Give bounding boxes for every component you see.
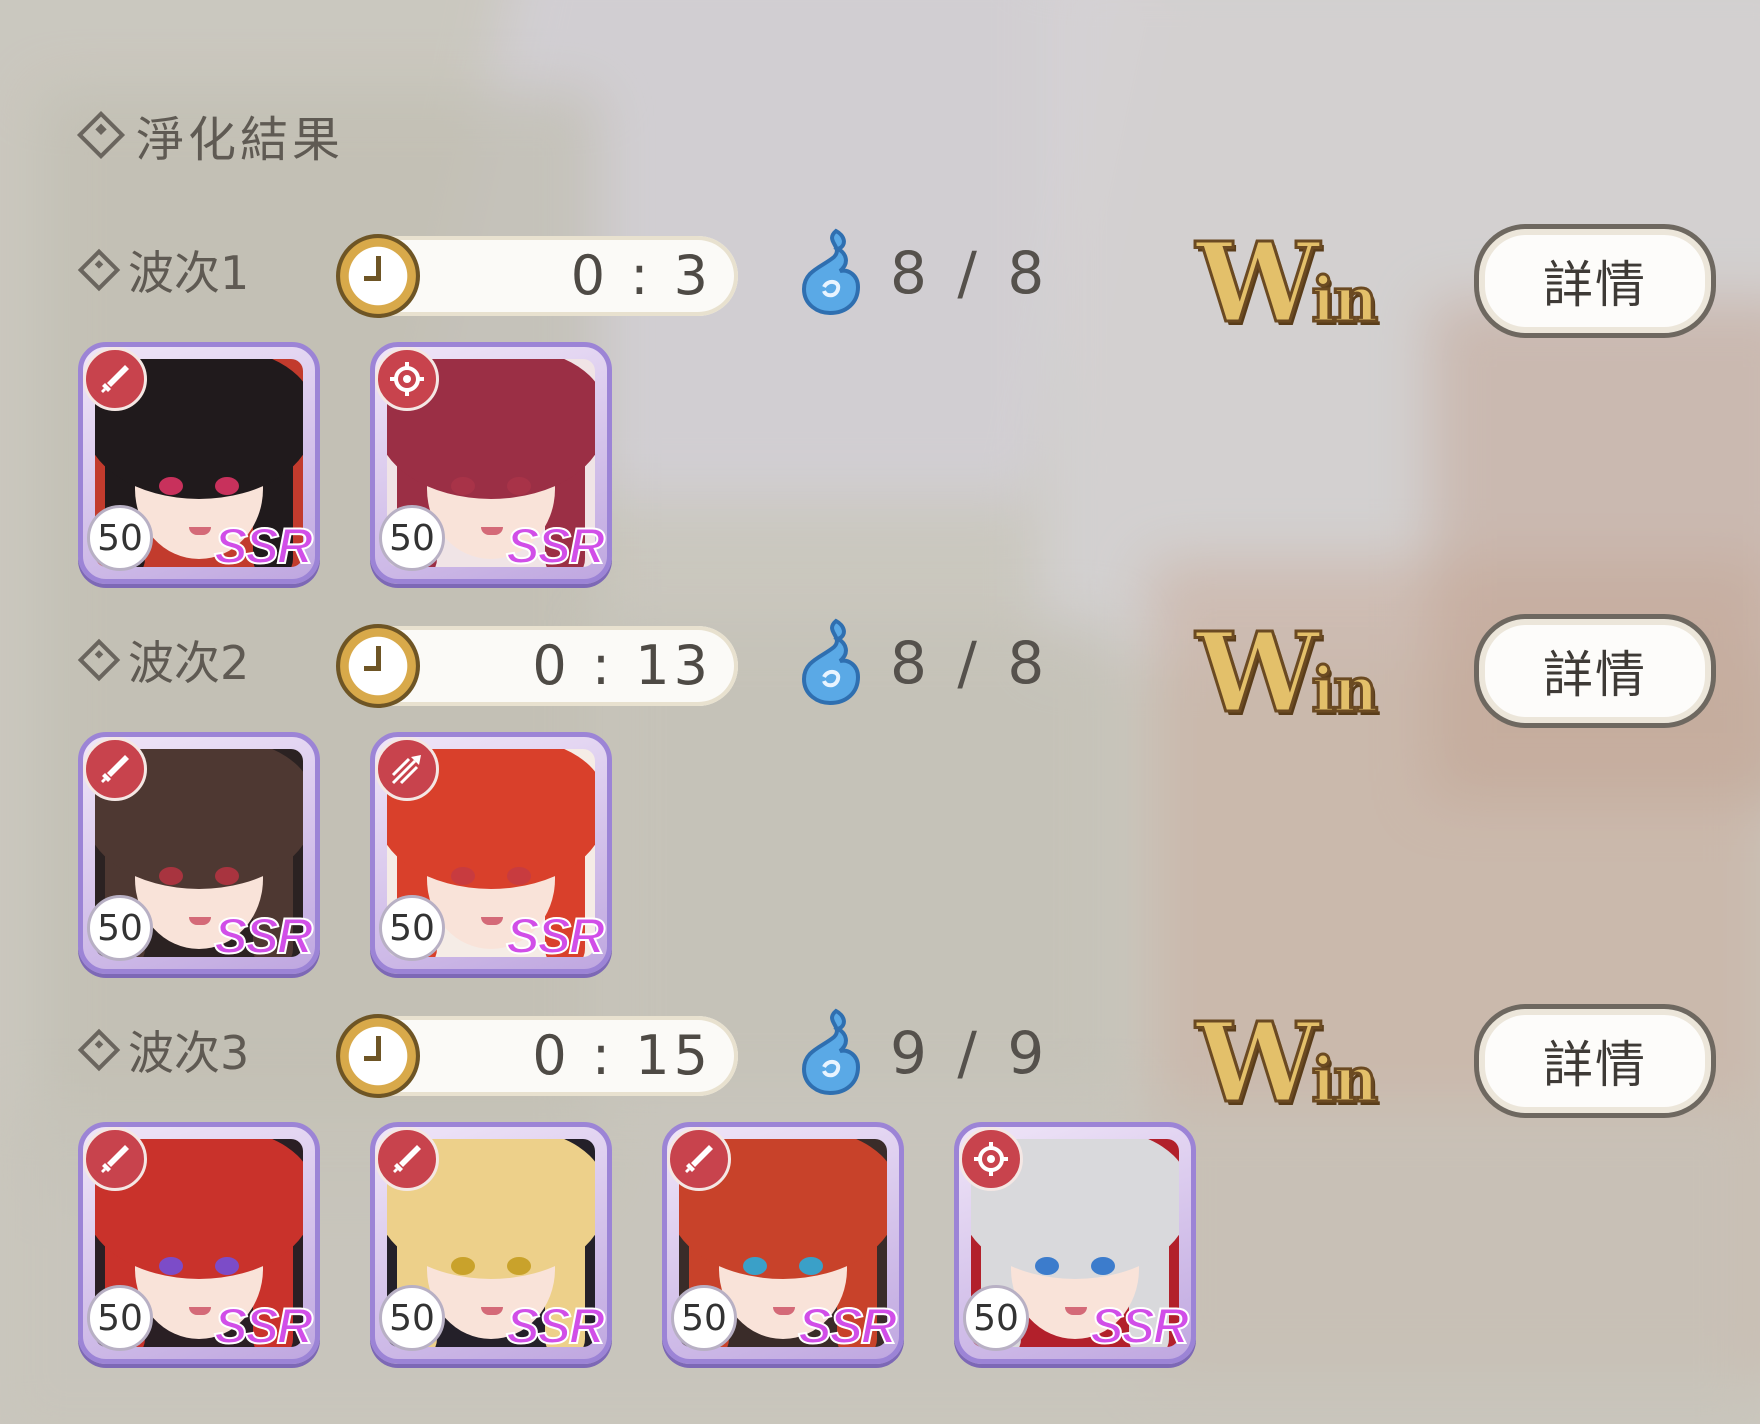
level-badge: 50 (671, 1285, 737, 1351)
unit-portrait-row: 50 SSR 50 SSR (0, 342, 1760, 584)
rarity-badge: SSR (213, 907, 314, 965)
win-badge-initial: W (1195, 218, 1322, 347)
wave-row: 波次1 0 : 3 8 / 8 Win 詳情 (0, 210, 1760, 339)
sword-icon (83, 1127, 147, 1191)
wave-row: 波次3 0 : 15 9 / 9 Win 詳情 (0, 990, 1760, 1119)
rarity-badge: SSR (213, 1297, 314, 1355)
sword-icon (83, 737, 147, 801)
win-badge: Win (1195, 998, 1386, 1127)
page-title-text: 淨化結果 (136, 112, 345, 168)
level-badge: 50 (87, 895, 153, 961)
clear-time-value: 0 : 15 (532, 1024, 712, 1087)
win-badge-rest: in (1310, 1043, 1380, 1116)
sword-icon (375, 1127, 439, 1191)
page-title: 淨化結果 (76, 100, 345, 170)
clear-time-bar: 0 : 15 (336, 1014, 738, 1098)
energy-counter: 9 / 9 (794, 1008, 1050, 1098)
energy-counter: 8 / 8 (794, 618, 1050, 708)
crosshair-icon (375, 347, 439, 411)
win-badge: Win (1195, 608, 1386, 737)
diamond-icon (77, 1028, 121, 1072)
win-badge-rest: in (1310, 653, 1380, 726)
unit-portrait-row: 50 SSR 50 SSR (0, 1122, 1760, 1364)
level-badge: 50 (379, 1285, 445, 1351)
clear-time-value: 0 : 13 (532, 634, 712, 697)
unit-portrait[interactable]: 50 SSR (78, 342, 320, 584)
unit-portrait-row: 50 SSR 50 SSR (0, 732, 1760, 974)
flame-icon (794, 617, 864, 709)
flame-icon (794, 227, 864, 319)
energy-value: 8 / 8 (890, 629, 1051, 697)
details-button[interactable]: 詳情 (1474, 224, 1716, 338)
sword-icon (667, 1127, 731, 1191)
wave-label: 波次1 (77, 240, 250, 300)
unit-portrait[interactable]: 50 SSR (370, 1122, 612, 1364)
win-badge-rest: in (1310, 263, 1380, 336)
energy-value: 8 / 8 (890, 239, 1051, 307)
rarity-badge: SSR (213, 517, 314, 575)
clear-time-bar: 0 : 13 (336, 624, 738, 708)
unit-portrait[interactable]: 50 SSR (78, 1122, 320, 1364)
diamond-icon (77, 638, 121, 682)
level-badge: 50 (963, 1285, 1029, 1351)
win-badge: Win (1195, 218, 1386, 347)
clear-time-bar: 0 : 3 (336, 234, 738, 318)
wave-row: 波次2 0 : 13 8 / 8 Win 詳情 (0, 600, 1760, 729)
win-badge-initial: W (1195, 608, 1322, 737)
diamond-icon (77, 248, 121, 292)
level-badge: 50 (379, 895, 445, 961)
level-badge: 50 (379, 505, 445, 571)
wave-label-text: 波次1 (128, 246, 250, 300)
unit-portrait[interactable]: 50 SSR (370, 732, 612, 974)
flame-icon (794, 1007, 864, 1099)
rarity-badge: SSR (797, 1297, 898, 1355)
rarity-badge: SSR (1089, 1297, 1190, 1355)
clock-icon (336, 234, 420, 318)
level-badge: 50 (87, 505, 153, 571)
clear-time-value: 0 : 3 (570, 244, 712, 307)
clock-icon (336, 624, 420, 708)
unit-portrait[interactable]: 50 SSR (954, 1122, 1196, 1364)
diamond-icon (76, 110, 126, 160)
wave-label-text: 波次2 (128, 636, 250, 690)
level-badge: 50 (87, 1285, 153, 1351)
rarity-badge: SSR (505, 907, 606, 965)
win-badge-initial: W (1195, 998, 1322, 1127)
unit-portrait[interactable]: 50 SSR (662, 1122, 904, 1364)
unit-portrait[interactable]: 50 SSR (78, 732, 320, 974)
rarity-badge: SSR (505, 1297, 606, 1355)
sword-icon (83, 347, 147, 411)
energy-value: 9 / 9 (890, 1019, 1051, 1087)
triple-arrow-icon (375, 737, 439, 801)
details-button[interactable]: 詳情 (1474, 1004, 1716, 1118)
wave-label: 波次2 (77, 630, 250, 690)
clock-icon (336, 1014, 420, 1098)
energy-counter: 8 / 8 (794, 228, 1050, 318)
details-button[interactable]: 詳情 (1474, 614, 1716, 728)
wave-label-text: 波次3 (128, 1026, 250, 1080)
wave-label: 波次3 (77, 1020, 250, 1080)
crosshair-icon (959, 1127, 1023, 1191)
unit-portrait[interactable]: 50 SSR (370, 342, 612, 584)
rarity-badge: SSR (505, 517, 606, 575)
